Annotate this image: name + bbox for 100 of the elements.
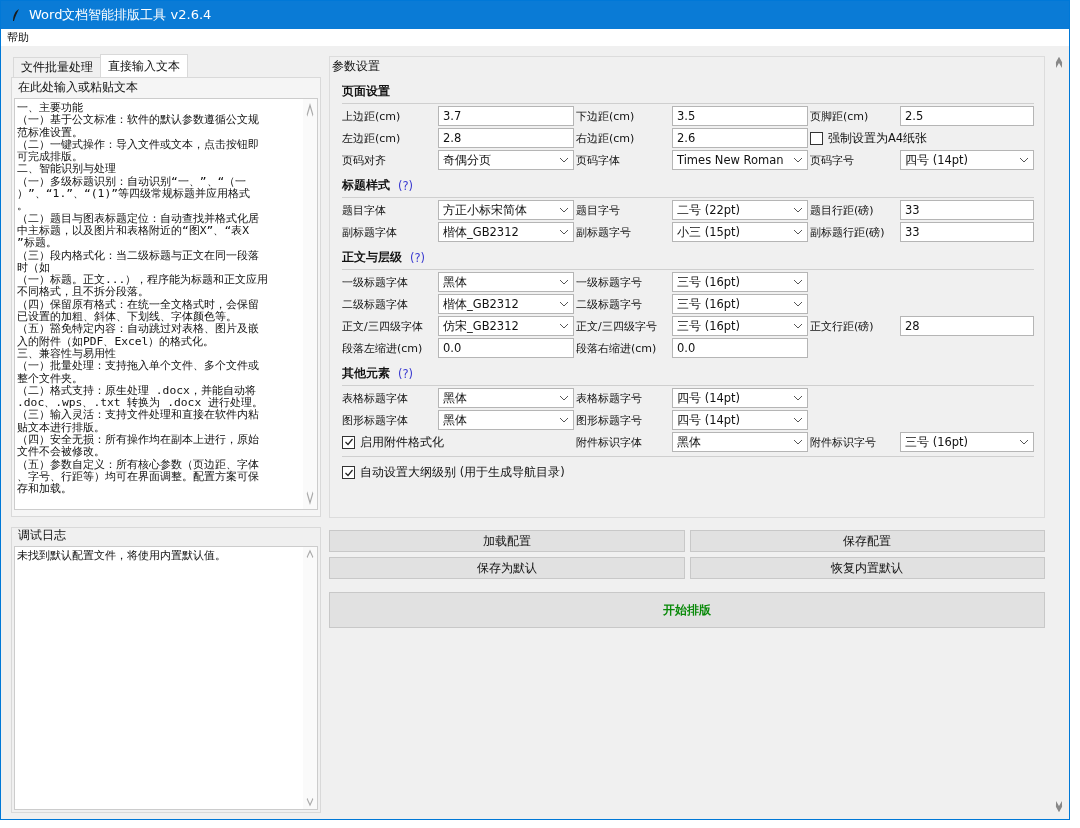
help-link[interactable]: (?) bbox=[398, 366, 414, 381]
section-title: 标题样式 bbox=[342, 178, 390, 193]
text-line: （二）一键式操作：导入文件或文本，点击按钮即 bbox=[17, 138, 260, 151]
field-label: 正文行距(磅) bbox=[810, 318, 875, 334]
checkbox[interactable]: 强制设置为A4纸张 bbox=[810, 130, 928, 146]
field-label: 页脚距(cm) bbox=[810, 108, 870, 124]
field-label: 正文/三四级字体 bbox=[342, 318, 424, 334]
field-label: 题目字体 bbox=[342, 202, 387, 218]
text-line: 文件不会被修改。 bbox=[17, 446, 105, 459]
dropdown[interactable]: 仿宋_GB2312 bbox=[438, 316, 574, 336]
text-line: （一）批量处理：支持拖入单个文件、多个文件或 bbox=[17, 360, 260, 373]
section-title: 其他元素 bbox=[342, 366, 390, 381]
checkbox[interactable]: 自动设置大纲级别 (用于生成导航目录) bbox=[342, 465, 565, 480]
dropdown[interactable]: 黑体 bbox=[438, 388, 574, 408]
config-button[interactable]: 加载配置 bbox=[329, 530, 685, 552]
field-label: 图形标题字号 bbox=[576, 412, 643, 428]
input-field[interactable]: 33 bbox=[900, 222, 1034, 242]
text-line: （四）保留原有格式：在统一全文格式时，会保留 bbox=[17, 298, 260, 311]
dropdown[interactable]: Times New Roman bbox=[672, 150, 808, 170]
feather-icon bbox=[11, 8, 21, 22]
field-label: 正文/三四级字号 bbox=[576, 318, 658, 334]
text-line: （一）基于公文标准：软件的默认参数遵循公文规 bbox=[17, 114, 260, 127]
log-area[interactable]: 未找到默认配置文件，将使用内置默认值。 bbox=[14, 546, 318, 810]
dropdown[interactable]: 四号 (14pt) bbox=[900, 150, 1034, 170]
field-label: 页码对齐 bbox=[342, 152, 387, 168]
field-label: 一级标题字号 bbox=[576, 274, 643, 290]
dropdown[interactable]: 三号 (16pt) bbox=[672, 294, 808, 314]
config-button[interactable]: 保存为默认 bbox=[329, 557, 685, 579]
field-label: 副标题字号 bbox=[576, 224, 632, 240]
section-title: 正文与层级 bbox=[342, 250, 402, 265]
tab[interactable]: 文件批量处理 bbox=[13, 57, 101, 77]
dropdown[interactable]: 小三 (15pt) bbox=[672, 222, 808, 242]
help-link[interactable]: (?) bbox=[398, 178, 414, 193]
input-field[interactable]: 2.8 bbox=[438, 128, 574, 148]
field-label: 下边距(cm) bbox=[576, 108, 636, 124]
input-field[interactable]: 0.0 bbox=[672, 338, 808, 358]
input-field[interactable]: 2.5 bbox=[900, 106, 1034, 126]
text-line: （五）豁免特定内容：自动跳过对表格、图片及嵌 bbox=[17, 323, 260, 336]
dropdown[interactable]: 四号 (14pt) bbox=[672, 388, 808, 408]
caret-icon bbox=[559, 157, 569, 163]
text-line: 。 bbox=[17, 200, 29, 213]
text-line: 贴文本进行排版。 bbox=[17, 421, 106, 434]
text-line: 入的附件（如PDF、Excel）的格式化。 bbox=[17, 335, 216, 348]
window-title: Word文档智能排版工具 v2.6.4 bbox=[29, 6, 212, 24]
text-line: 整个文件夹。 bbox=[17, 372, 83, 385]
caret-icon bbox=[559, 279, 569, 285]
dropdown[interactable]: 楷体_GB2312 bbox=[438, 222, 574, 242]
input-field[interactable]: 28 bbox=[900, 316, 1034, 336]
dropdown[interactable]: 奇偶分页 bbox=[438, 150, 574, 170]
caret-icon bbox=[1019, 157, 1029, 163]
text-line: 可完成排版。 bbox=[17, 151, 83, 164]
input-field[interactable]: 33 bbox=[900, 200, 1034, 220]
caret-icon bbox=[559, 395, 569, 401]
config-button[interactable]: 恢复内置默认 bbox=[689, 557, 1045, 579]
caret-icon bbox=[793, 279, 803, 285]
dropdown[interactable]: 三号 (16pt) bbox=[672, 272, 808, 292]
text-line: （一）多级标题识别：自动识别“一、”、“（一 bbox=[17, 175, 248, 188]
field-label: 段落右缩进(cm) bbox=[576, 340, 658, 356]
text-line: ”标题。 bbox=[17, 237, 58, 250]
dropdown[interactable]: 三号 (16pt) bbox=[672, 316, 808, 336]
text-line: （二）题目与图表标题定位：自动查找并格式化居 bbox=[17, 212, 260, 225]
text-line: 存和加载。 bbox=[17, 483, 72, 496]
caret-icon bbox=[793, 323, 803, 329]
caret-icon bbox=[793, 417, 803, 423]
text-line: .doc、.wps、.txt 转换为 .docx 进行处理。 bbox=[17, 397, 265, 410]
caret-icon bbox=[1019, 439, 1029, 445]
help-link[interactable]: (?) bbox=[410, 250, 426, 265]
dropdown[interactable]: 方正小标宋简体 bbox=[438, 200, 574, 220]
field-label: 左边距(cm) bbox=[342, 130, 402, 146]
field-label: 附件标识字号 bbox=[810, 434, 877, 450]
dropdown[interactable]: 黑体 bbox=[438, 272, 574, 292]
field-label: 页码字体 bbox=[576, 152, 621, 168]
text-line: （五）参数自定义：所有核心参数（页边距、字体 bbox=[17, 458, 260, 471]
menu-item[interactable]: 帮助 bbox=[7, 30, 29, 45]
dropdown[interactable]: 三号 (16pt) bbox=[900, 432, 1034, 452]
field-label: 图形标题字体 bbox=[342, 412, 409, 428]
input-field[interactable]: 3.5 bbox=[672, 106, 808, 126]
field-label: 二级标题字体 bbox=[342, 296, 409, 312]
group-title: 在此处输入或粘贴文本 bbox=[17, 80, 139, 96]
input-field[interactable]: 0.0 bbox=[438, 338, 574, 358]
input-field[interactable]: 2.6 bbox=[672, 128, 808, 148]
dropdown[interactable]: 四号 (14pt) bbox=[672, 410, 808, 430]
dropdown[interactable]: 楷体_GB2312 bbox=[438, 294, 574, 314]
log-line: 未找到默认配置文件，将使用内置默认值。 bbox=[17, 550, 227, 563]
input-field[interactable]: 3.7 bbox=[438, 106, 574, 126]
section-title: 页面设置 bbox=[342, 84, 390, 99]
text-line: 不同格式，且不拆分段落。 bbox=[17, 286, 150, 299]
text-line: 三、兼容性与易用性 bbox=[17, 347, 116, 360]
dropdown[interactable]: 黑体 bbox=[672, 432, 808, 452]
dropdown[interactable]: 黑体 bbox=[438, 410, 574, 430]
field-label: 副标题字体 bbox=[342, 224, 398, 240]
caret-icon bbox=[793, 157, 803, 163]
text-line: （三）段内格式化：当二级标题与正文在同一段落 bbox=[17, 249, 260, 262]
text-line: 范标准设置。 bbox=[17, 126, 83, 139]
config-button[interactable]: 保存配置 bbox=[689, 530, 1045, 552]
caret-icon bbox=[793, 439, 803, 445]
caret-icon bbox=[793, 229, 803, 235]
checkbox[interactable]: 启用附件格式化 bbox=[342, 434, 444, 450]
tab[interactable]: 直接输入文本 bbox=[100, 54, 188, 77]
dropdown[interactable]: 二号 (22pt) bbox=[672, 200, 808, 220]
